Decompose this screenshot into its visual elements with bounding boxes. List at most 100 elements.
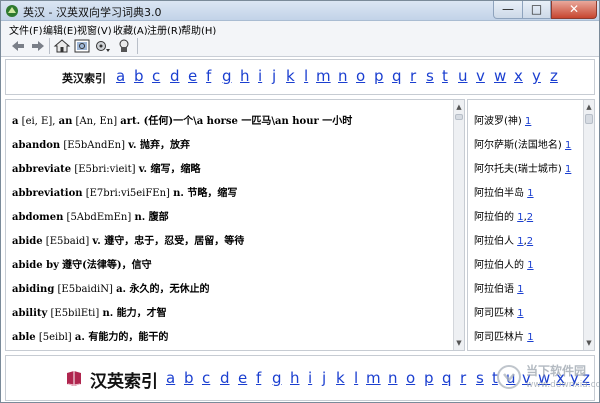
entry-row[interactable]: abide by 遵守(法律等)，信守 [12, 256, 152, 271]
index-letter-h[interactable]: h [290, 369, 300, 387]
index-letter-q[interactable]: q [392, 67, 402, 85]
index-letter-g[interactable]: g [272, 369, 282, 387]
index-letter-r[interactable]: r [410, 67, 416, 85]
index-letter-o[interactable]: o [356, 67, 365, 85]
entry-definition: n. 能力，才智 [102, 308, 167, 319]
index-letter-d[interactable]: d [170, 67, 180, 85]
index-letter-e[interactable]: e [238, 369, 247, 387]
maximize-button[interactable]: □ [523, 1, 551, 19]
entry-definition: v. 遵守，忠于，忍受，居留，等待 [92, 236, 245, 247]
home-icon[interactable] [53, 37, 71, 55]
list-item: 阿司匹林片 1 [474, 328, 534, 343]
index-letter-s[interactable]: s [426, 67, 434, 85]
index-letter-j[interactable]: j [322, 369, 326, 387]
index-letter-b[interactable]: b [134, 67, 144, 85]
entries-scrollbar[interactable]: ▲ ▼ [453, 100, 464, 350]
dictionary-search-icon[interactable] [73, 37, 91, 55]
forward-arrow-icon[interactable] [29, 37, 47, 55]
side-scrollbar[interactable]: ▲ ▼ [583, 100, 594, 350]
index-letter-h[interactable]: h [240, 67, 250, 85]
entry-row[interactable]: abide [E5baid] v. 遵守，忠于，忍受，居留，等待 [12, 232, 244, 247]
scroll-thumb[interactable] [455, 114, 463, 120]
list-item-link[interactable]: 1 [527, 188, 533, 199]
entry-row[interactable]: abdomen [5AbdEmEn] n. 腹部 [12, 208, 169, 223]
index-letter-a[interactable]: a [166, 369, 175, 387]
entry-row[interactable]: ability [E5bilEti] n. 能力，才智 [12, 304, 167, 319]
entry-row[interactable]: abandon [E5bAndEn] v. 抛弃，放弃 [12, 136, 190, 151]
entry-row[interactable]: abbreviation [E7bri:vi5eiFEn] n. 节略，缩写 [12, 184, 237, 199]
index-letter-y[interactable]: y [532, 67, 541, 85]
index-letter-b[interactable]: b [184, 369, 194, 387]
index-letter-i[interactable]: i [308, 369, 312, 387]
index-letter-o[interactable]: o [406, 369, 415, 387]
index-letter-f[interactable]: f [256, 369, 261, 387]
index-letter-t[interactable]: t [442, 67, 448, 85]
entry-row[interactable]: able [5eibl] a. 有能力的，能干的 [12, 328, 168, 343]
list-item-link[interactable]: 1 [517, 236, 523, 247]
list-item-link[interactable]: 1 [565, 140, 571, 151]
list-item-text: 阿尔萨斯(法国地名) [474, 140, 565, 151]
list-item-link[interactable]: 1 [525, 116, 531, 127]
index-letter-l[interactable]: l [354, 369, 358, 387]
entry-row[interactable]: a [ei, E], an [An, En] art. (任何)一个\a hor… [12, 112, 352, 127]
entry-row[interactable]: abiding [E5baidiN] a. 永久的，无休止的 [12, 280, 210, 295]
list-item-link[interactable]: 1 [565, 164, 571, 175]
scroll-up-icon[interactable]: ▲ [454, 102, 464, 112]
scroll-thumb[interactable] [585, 114, 593, 124]
index-letter-p[interactable]: p [424, 369, 434, 387]
index-letter-v[interactable]: v [476, 67, 485, 85]
entry-definition: 遵守(法律等)，信守 [62, 260, 152, 271]
index-letter-n[interactable]: n [338, 67, 348, 85]
back-arrow-icon[interactable] [9, 37, 27, 55]
index-letter-f[interactable]: f [206, 67, 211, 85]
index-letter-a[interactable]: a [116, 67, 125, 85]
list-item: 阿拉伯半岛 1 [474, 184, 534, 199]
scroll-up-icon[interactable]: ▲ [584, 102, 594, 112]
entry-headword: able [12, 332, 36, 343]
index-letter-s[interactable]: s [476, 369, 484, 387]
list-item: 阿司匹林 1 [474, 304, 524, 319]
index-letter-k[interactable]: k [336, 369, 345, 387]
minimize-button[interactable]: — [493, 1, 523, 19]
index-letter-m[interactable]: m [316, 67, 331, 85]
index-letter-l[interactable]: l [304, 67, 308, 85]
close-button[interactable]: ✕ [551, 1, 597, 19]
index-letter-q[interactable]: q [442, 369, 452, 387]
list-item-link[interactable]: 2 [527, 212, 533, 223]
index-letter-m[interactable]: m [366, 369, 381, 387]
list-item: 阿拉伯语 1 [474, 280, 524, 295]
index-letter-n[interactable]: n [388, 369, 398, 387]
entry-row[interactable]: abbreviate [E5bri:vieit] v. 缩写，缩略 [12, 160, 201, 175]
title-bar[interactable]: 英汉 - 汉英双向学习词典3.0 — □ ✕ [1, 1, 599, 21]
settings-dropdown-icon[interactable] [93, 37, 111, 55]
index-letter-c[interactable]: c [152, 67, 160, 85]
index-letter-r[interactable]: r [460, 369, 466, 387]
index-letter-w[interactable]: w [494, 67, 506, 85]
list-item-link[interactable]: 1 [517, 308, 523, 319]
list-item-link[interactable]: 1 [517, 212, 523, 223]
index-letter-x[interactable]: x [514, 67, 523, 85]
index-letter-i[interactable]: i [258, 67, 262, 85]
scroll-down-icon[interactable]: ▼ [454, 338, 464, 348]
list-item-link[interactable]: 1 [527, 332, 533, 343]
english-chinese-index: 英汉索引 a b c d e f g h i j k l m n o p q r… [5, 59, 595, 95]
index-letter-d[interactable]: d [220, 369, 230, 387]
list-item-link[interactable]: 1 [527, 260, 533, 271]
index-letter-u[interactable]: u [458, 67, 468, 85]
list-item: 阿尔萨斯(法国地名) 1 [474, 136, 571, 151]
index-letter-k[interactable]: k [286, 67, 295, 85]
index-letter-z[interactable]: z [550, 67, 558, 85]
bookmark-icon[interactable] [115, 37, 133, 55]
entry-definition: v. 缩写，缩略 [138, 164, 201, 175]
list-item-link[interactable]: 1 [517, 284, 523, 295]
list-item-text: 阿拉伯的 [474, 212, 518, 223]
index-letter-j[interactable]: j [272, 67, 276, 85]
index-letter-g[interactable]: g [222, 67, 232, 85]
index-letter-c[interactable]: c [202, 369, 210, 387]
app-window: 英汉 - 汉英双向学习词典3.0 — □ ✕ 文件(F) 编辑(E) 视窗(V)… [0, 0, 600, 403]
index-letter-p[interactable]: p [374, 67, 384, 85]
entry-phonetic: [E7bri:vi5eiFEn] [82, 188, 174, 199]
list-item-link[interactable]: 2 [527, 236, 533, 247]
index-letter-e[interactable]: e [188, 67, 197, 85]
scroll-down-icon[interactable]: ▼ [584, 338, 594, 348]
